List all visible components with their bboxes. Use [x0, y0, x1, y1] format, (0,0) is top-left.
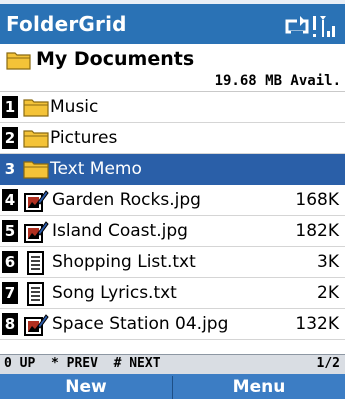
folder-icon [6, 52, 31, 70]
folder-icon [22, 126, 50, 152]
current-folder-title: My Documents [36, 48, 195, 70]
image-file-icon [22, 312, 50, 338]
text-file-icon [22, 250, 50, 276]
list-item[interactable]: 7 Song Lyrics.txt 2K [0, 278, 345, 309]
shortcut-key-label: 2 [2, 127, 18, 149]
image-file-icon [22, 219, 50, 245]
item-size: 168K [295, 190, 339, 210]
item-name: Shopping List.txt [52, 252, 196, 272]
title-bar: FolderGrid [0, 0, 345, 44]
shortcut-key-label: 4 [2, 189, 18, 211]
new-softkey[interactable]: New [0, 376, 172, 399]
file-list: 1 Music 2 Pictures 3 Text Memo 4 Garden Rocks.j… [0, 92, 345, 340]
navigation-hint: 0 UP * PREV # NEXT [4, 356, 161, 371]
shortcut-key-label: 6 [2, 251, 18, 273]
item-name: Garden Rocks.jpg [52, 190, 201, 210]
softkey-bar: New Menu [0, 374, 345, 399]
folder-icon [22, 157, 50, 183]
item-name: Song Lyrics.txt [52, 283, 177, 303]
item-size: 132K [295, 314, 339, 334]
shortcut-key-label: 3 [2, 158, 18, 180]
image-file-icon [22, 188, 50, 214]
app-title: FolderGrid [6, 12, 127, 36]
sync-icon [285, 16, 309, 35]
text-file-icon [22, 281, 50, 307]
shortcut-key-label: 5 [2, 220, 18, 242]
item-size: 182K [295, 221, 339, 241]
item-name: Text Memo [50, 159, 142, 179]
status-icons [285, 16, 335, 37]
item-name: Music [50, 97, 99, 117]
shortcut-key-label: 7 [2, 282, 18, 304]
list-item[interactable]: 5 Island Coast.jpg 182K [0, 216, 345, 247]
item-name: Pictures [50, 128, 118, 148]
shortcut-key-label: 8 [2, 313, 18, 335]
list-item[interactable]: 8 Space Station 04.jpg 132K [0, 309, 345, 340]
signal-strength-icon [313, 16, 335, 37]
free-space-label: 19.68 MB Avail. [214, 73, 341, 89]
menu-softkey[interactable]: Menu [173, 376, 345, 399]
list-item[interactable]: 1 Music [0, 92, 345, 123]
item-size: 2K [317, 283, 339, 303]
folder-icon [22, 95, 50, 121]
navigation-hint-bar: 0 UP * PREV # NEXT 1/2 [0, 354, 345, 374]
shortcut-key-label: 1 [2, 96, 18, 118]
folder-header: My Documents 19.68 MB Avail. [0, 44, 345, 92]
item-name: Space Station 04.jpg [52, 314, 229, 334]
item-size: 3K [317, 252, 339, 272]
page-indicator: 1/2 [316, 356, 340, 371]
list-item[interactable]: 2 Pictures [0, 123, 345, 154]
item-name: Island Coast.jpg [52, 221, 188, 241]
list-item[interactable]: 6 Shopping List.txt 3K [0, 247, 345, 278]
list-item[interactable]: 4 Garden Rocks.jpg 168K [0, 185, 345, 216]
list-item[interactable]: 3 Text Memo [0, 154, 345, 185]
